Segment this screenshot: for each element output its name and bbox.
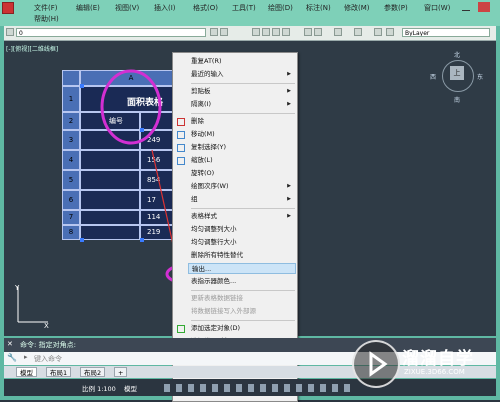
menu-item[interactable]: 重复AT(R) (191, 56, 295, 67)
menu-item[interactable]: 将数据链接写入外部源 (191, 306, 295, 317)
compass-west[interactable]: 西 (430, 72, 436, 81)
submenu-arrow-icon: ▶ (287, 101, 291, 107)
svg-text:X: X (44, 322, 49, 330)
menu-item-label: 更新表格数据链接 (191, 294, 243, 302)
submenu-arrow-icon: ▶ (287, 213, 291, 219)
model-space-button[interactable]: 模型 (124, 383, 137, 393)
menu-item[interactable]: 移动(M) (191, 129, 295, 140)
menu-item[interactable]: 剪贴板 ▶ (191, 86, 295, 97)
menu-item-icon (177, 156, 185, 165)
tab-model[interactable]: 模型 (16, 367, 37, 377)
menu-item-label: 隔离(I) (191, 100, 211, 108)
menu-item-label: 最近的输入 (191, 70, 224, 78)
compass-north[interactable]: 北 (454, 50, 460, 59)
command-input[interactable]: 键入命令 (34, 354, 62, 364)
menu-item-label: 剪贴板 (191, 87, 211, 95)
menu-item[interactable]: 表指示器颜色... (191, 276, 295, 287)
menu-item-label: 旋转(O) (191, 169, 215, 177)
menu-item[interactable]: 均匀调整列大小 (191, 224, 295, 235)
command-prompt-icon: ▸ (24, 353, 28, 361)
menu-separator (191, 320, 295, 321)
menu-item[interactable]: 绘图次序(W) ▶ (191, 181, 295, 192)
menu-item[interactable]: 旋转(O) (191, 168, 295, 179)
menu-item[interactable]: 删除 (191, 116, 295, 127)
menu-item-label: 重复AT(R) (191, 57, 222, 65)
menu-item-label: 删除所有特性替代 (191, 251, 243, 259)
scale-readout[interactable]: 比例 1:100 (82, 383, 116, 393)
watermark-logo (352, 340, 400, 388)
menu-item[interactable]: 最近的输入 ▶ (191, 69, 295, 80)
viewcube-face[interactable]: 上 (450, 66, 464, 80)
status-bar: 比例 1:100 模型 (4, 379, 496, 396)
menu-item-label: 均匀调整行大小 (191, 238, 237, 246)
menu-item-label: 将数据链接写入外部源 (191, 307, 256, 315)
menu-item-icon (177, 130, 185, 139)
submenu-arrow-icon: ▶ (287, 88, 291, 94)
menu-item-label: 表指示器颜色... (191, 277, 237, 285)
menu-item-icon (177, 117, 185, 126)
menu-item[interactable]: 输出... (188, 263, 296, 274)
svg-text:Y: Y (14, 284, 20, 292)
menu-item-icon (177, 143, 185, 152)
annotation-circle (100, 69, 162, 145)
menu-item[interactable]: 组 ▶ (191, 194, 295, 205)
compass-east[interactable]: 东 (477, 72, 483, 81)
menu-separator (191, 113, 295, 114)
menu-item-label: 表格样式 (191, 212, 217, 220)
menu-item[interactable]: 复制选择(Y) (191, 142, 295, 153)
menu-separator (191, 83, 295, 84)
submenu-arrow-icon: ▶ (287, 183, 291, 189)
menu-item-label: 添加选定对象(D) (191, 324, 241, 332)
menu-item-label: 删除 (191, 117, 204, 125)
status-icons[interactable] (164, 384, 354, 392)
ucs-icon: Y X (14, 284, 49, 330)
menu-item-label: 绘图次序(W) (191, 182, 229, 190)
play-icon (369, 351, 388, 377)
menu-item-label: 组 (191, 195, 198, 203)
tab-add[interactable]: + (114, 367, 128, 377)
menu-item-icon (177, 324, 185, 333)
watermark-title: 溜溜自学 (402, 349, 474, 369)
menu-item[interactable]: 均匀调整行大小 (191, 237, 295, 248)
menu-item[interactable]: 缩放(L) (191, 155, 295, 166)
menu-separator (191, 290, 295, 291)
menu-item-label: 移动(M) (191, 130, 215, 138)
close-icon[interactable]: ✕ (7, 340, 13, 348)
submenu-arrow-icon: ▶ (287, 196, 291, 202)
menu-item[interactable]: 添加选定对象(D) (191, 323, 295, 334)
menu-item-label: 缩放(L) (191, 156, 213, 164)
tab-layout1[interactable]: 布局1 (46, 367, 72, 377)
menu-item-label: 复制选择(Y) (191, 143, 227, 151)
watermark-url: ZIXUE.3D66.COM (404, 368, 465, 376)
submenu-arrow-icon: ▶ (287, 71, 291, 77)
command-history-text: 命令: 指定对角点: (20, 341, 76, 349)
compass-south[interactable]: 南 (454, 95, 460, 104)
menu-item-label: 输出... (192, 265, 212, 273)
menu-item-label: 均匀调整列大小 (191, 225, 237, 233)
menu-item[interactable]: 隔离(I) ▶ (191, 99, 295, 110)
menu-item[interactable]: 更新表格数据链接 (191, 293, 295, 304)
menu-separator (191, 208, 295, 209)
tab-layout2[interactable]: 布局2 (80, 367, 106, 377)
menu-item[interactable]: 表格样式 ▶ (191, 211, 295, 222)
menu-item[interactable]: 删除所有特性替代 (191, 250, 295, 261)
wrench-icon[interactable]: 🔧 (7, 353, 17, 362)
